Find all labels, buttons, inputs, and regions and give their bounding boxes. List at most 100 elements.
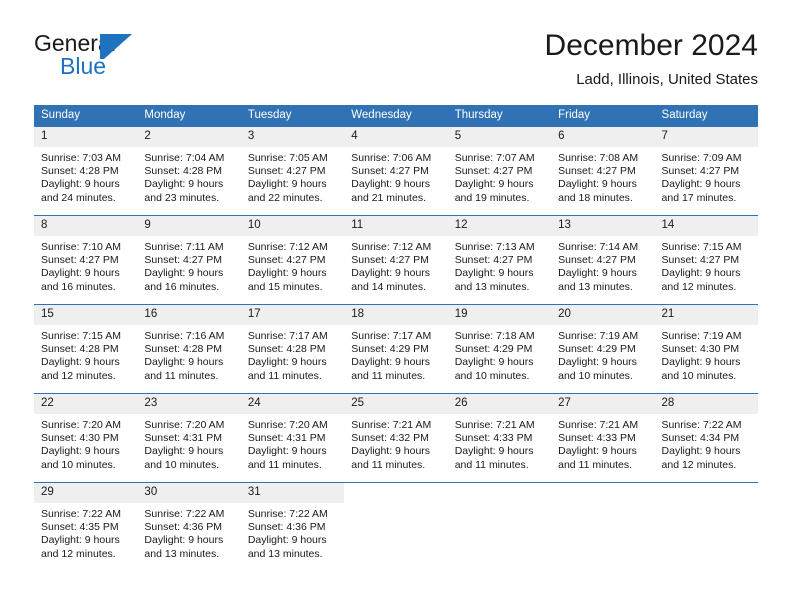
- calendar-body: 1 Sunrise: 7:03 AM Sunset: 4:28 PM Dayli…: [34, 127, 758, 571]
- day-details: Sunrise: 7:07 AM Sunset: 4:27 PM Dayligh…: [448, 147, 551, 205]
- day-number: 5: [447, 127, 552, 147]
- calendar-day-cell[interactable]: 3 Sunrise: 7:05 AM Sunset: 4:27 PM Dayli…: [240, 127, 345, 216]
- daylight-text-line1: Daylight: 9 hours: [454, 178, 534, 191]
- sunset-text: Sunset: 4:27 PM: [558, 165, 636, 178]
- calendar-day-cell[interactable]: 15 Sunrise: 7:15 AM Sunset: 4:28 PM Dayl…: [34, 304, 138, 394]
- day-cell-inner: 14 Sunrise: 7:15 AM Sunset: 4:27 PM Dayl…: [654, 216, 758, 304]
- daylight-text-line1: Daylight: 9 hours: [661, 178, 741, 191]
- day-details: Sunrise: 7:06 AM Sunset: 4:27 PM Dayligh…: [344, 147, 447, 205]
- calendar-day-cell[interactable]: 1 Sunrise: 7:03 AM Sunset: 4:28 PM Dayli…: [34, 127, 138, 216]
- sunset-text: Sunset: 4:35 PM: [41, 521, 119, 534]
- sunrise-text: Sunrise: 7:14 AM: [558, 241, 639, 253]
- daylight-text-line2: and 16 minutes.: [41, 280, 116, 293]
- calendar-day-cell[interactable]: 27 Sunrise: 7:21 AM Sunset: 4:33 PM Dayl…: [551, 393, 655, 483]
- day-cell-inner: 9 Sunrise: 7:11 AM Sunset: 4:27 PM Dayli…: [137, 216, 241, 304]
- calendar-day-cell[interactable]: 11 Sunrise: 7:12 AM Sunset: 4:27 PM Dayl…: [344, 215, 448, 305]
- day-cell-inner: 29 Sunrise: 7:22 AM Sunset: 4:35 PM Dayl…: [34, 483, 138, 571]
- sunrise-text: Sunrise: 7:17 AM: [247, 330, 328, 342]
- calendar-day-cell[interactable]: 4 Sunrise: 7:06 AM Sunset: 4:27 PM Dayli…: [344, 127, 448, 216]
- logo-text-blue: Blue: [60, 53, 107, 79]
- daylight-text-line2: and 12 minutes.: [41, 547, 116, 560]
- daylight-text-line1: Daylight: 9 hours: [558, 267, 637, 280]
- day-number: 15: [34, 305, 138, 325]
- day-cell-inner: [448, 483, 551, 571]
- calendar-day-cell[interactable]: 13 Sunrise: 7:14 AM Sunset: 4:27 PM Dayl…: [551, 215, 655, 305]
- calendar-week-row: 15 Sunrise: 7:15 AM Sunset: 4:28 PM Dayl…: [34, 304, 758, 394]
- calendar-day-cell-empty: [344, 482, 448, 571]
- day-number: 28: [654, 394, 758, 414]
- daylight-text-line1: Daylight: 9 hours: [454, 267, 534, 280]
- sunrise-text: Sunrise: 7:12 AM: [247, 241, 328, 253]
- daylight-text-line2: and 12 minutes.: [661, 280, 737, 293]
- calendar-day-cell[interactable]: 7 Sunrise: 7:09 AM Sunset: 4:27 PM Dayli…: [654, 127, 758, 216]
- calendar-day-cell[interactable]: 28 Sunrise: 7:22 AM Sunset: 4:34 PM Dayl…: [654, 393, 758, 483]
- weekday-header-sunday: Sunday: [34, 105, 138, 127]
- calendar-day-cell[interactable]: 18 Sunrise: 7:17 AM Sunset: 4:29 PM Dayl…: [344, 304, 448, 394]
- calendar-day-cell[interactable]: 23 Sunrise: 7:20 AM Sunset: 4:31 PM Dayl…: [137, 393, 241, 483]
- day-number: 22: [34, 394, 138, 414]
- calendar-day-cell[interactable]: 31 Sunrise: 7:22 AM Sunset: 4:36 PM Dayl…: [240, 482, 345, 571]
- sunrise-text: Sunrise: 7:22 AM: [247, 508, 328, 520]
- daylight-text-line2: and 17 minutes.: [661, 191, 737, 204]
- calendar-day-cell[interactable]: 24 Sunrise: 7:20 AM Sunset: 4:31 PM Dayl…: [240, 393, 345, 483]
- day-details: Sunrise: 7:22 AM Sunset: 4:34 PM Dayligh…: [655, 414, 758, 472]
- general-blue-logo[interactable]: General Blue: [34, 30, 234, 90]
- daylight-text-line2: and 12 minutes.: [661, 458, 737, 471]
- calendar-day-cell[interactable]: 22 Sunrise: 7:20 AM Sunset: 4:30 PM Dayl…: [34, 393, 138, 483]
- day-details: Sunrise: 7:20 AM Sunset: 4:30 PM Dayligh…: [34, 414, 137, 472]
- calendar-day-cell[interactable]: 17 Sunrise: 7:17 AM Sunset: 4:28 PM Dayl…: [240, 304, 345, 394]
- calendar-day-cell[interactable]: 29 Sunrise: 7:22 AM Sunset: 4:35 PM Dayl…: [34, 482, 138, 571]
- calendar-day-cell[interactable]: 19 Sunrise: 7:18 AM Sunset: 4:29 PM Dayl…: [447, 304, 552, 394]
- daylight-text-line2: and 21 minutes.: [351, 191, 426, 204]
- calendar-day-cell[interactable]: 25 Sunrise: 7:21 AM Sunset: 4:32 PM Dayl…: [344, 393, 448, 483]
- day-details: Sunrise: 7:21 AM Sunset: 4:32 PM Dayligh…: [344, 414, 447, 472]
- calendar-day-cell[interactable]: 21 Sunrise: 7:19 AM Sunset: 4:30 PM Dayl…: [654, 304, 758, 394]
- sunrise-text: Sunrise: 7:15 AM: [41, 330, 121, 342]
- daylight-text-line2: and 16 minutes.: [144, 280, 220, 293]
- calendar-day-cell[interactable]: 9 Sunrise: 7:11 AM Sunset: 4:27 PM Dayli…: [137, 215, 241, 305]
- daylight-text-line2: and 11 minutes.: [351, 369, 426, 382]
- day-number: 10: [240, 216, 345, 236]
- calendar-day-cell[interactable]: 16 Sunrise: 7:16 AM Sunset: 4:28 PM Dayl…: [137, 304, 241, 394]
- day-cell-inner: 23 Sunrise: 7:20 AM Sunset: 4:31 PM Dayl…: [137, 394, 241, 482]
- sunrise-text: Sunrise: 7:08 AM: [558, 152, 639, 164]
- daylight-text-line1: Daylight: 9 hours: [144, 356, 224, 369]
- daylight-text-line2: and 13 minutes.: [454, 280, 530, 293]
- calendar-day-cell[interactable]: 8 Sunrise: 7:10 AM Sunset: 4:27 PM Dayli…: [34, 215, 138, 305]
- sunrise-text: Sunrise: 7:22 AM: [144, 508, 225, 520]
- calendar-day-cell[interactable]: 10 Sunrise: 7:12 AM Sunset: 4:27 PM Dayl…: [240, 215, 345, 305]
- day-cell-inner: 7 Sunrise: 7:09 AM Sunset: 4:27 PM Dayli…: [654, 127, 758, 215]
- calendar-day-cell[interactable]: 30 Sunrise: 7:22 AM Sunset: 4:36 PM Dayl…: [137, 482, 241, 571]
- calendar-day-cell[interactable]: 5 Sunrise: 7:07 AM Sunset: 4:27 PM Dayli…: [447, 127, 552, 216]
- sunset-text: Sunset: 4:28 PM: [144, 343, 223, 356]
- calendar-day-cell[interactable]: 26 Sunrise: 7:21 AM Sunset: 4:33 PM Dayl…: [447, 393, 552, 483]
- sunset-text: Sunset: 4:31 PM: [144, 432, 223, 445]
- sunrise-text: Sunrise: 7:12 AM: [351, 241, 432, 253]
- calendar-day-cell[interactable]: 14 Sunrise: 7:15 AM Sunset: 4:27 PM Dayl…: [654, 215, 758, 305]
- day-number: 16: [137, 305, 241, 325]
- day-cell-inner: 16 Sunrise: 7:16 AM Sunset: 4:28 PM Dayl…: [137, 305, 241, 393]
- calendar-day-cell[interactable]: 20 Sunrise: 7:19 AM Sunset: 4:29 PM Dayl…: [551, 304, 655, 394]
- sunset-text: Sunset: 4:27 PM: [144, 254, 223, 267]
- weekday-header-tuesday: Tuesday: [240, 105, 345, 127]
- daylight-text-line2: and 18 minutes.: [558, 191, 633, 204]
- sunset-text: Sunset: 4:29 PM: [351, 343, 429, 356]
- sunset-text: Sunset: 4:36 PM: [247, 521, 326, 534]
- calendar-day-cell[interactable]: 2 Sunrise: 7:04 AM Sunset: 4:28 PM Dayli…: [137, 127, 241, 216]
- day-number: 3: [240, 127, 345, 147]
- calendar-day-cell[interactable]: 6 Sunrise: 7:08 AM Sunset: 4:27 PM Dayli…: [551, 127, 655, 216]
- calendar-day-cell[interactable]: 12 Sunrise: 7:13 AM Sunset: 4:27 PM Dayl…: [447, 215, 552, 305]
- sunset-text: Sunset: 4:30 PM: [661, 343, 740, 356]
- day-cell-inner: 22 Sunrise: 7:20 AM Sunset: 4:30 PM Dayl…: [34, 394, 138, 482]
- daylight-text-line1: Daylight: 9 hours: [41, 178, 120, 191]
- daylight-text-line1: Daylight: 9 hours: [247, 356, 327, 369]
- sunset-text: Sunset: 4:27 PM: [454, 254, 533, 267]
- calendar-header: Sunday Monday Tuesday Wednesday Thursday…: [34, 105, 758, 127]
- daylight-text-line1: Daylight: 9 hours: [454, 445, 534, 458]
- day-number: 30: [137, 483, 241, 503]
- day-number: [344, 483, 447, 503]
- day-number: 24: [240, 394, 345, 414]
- sunset-text: Sunset: 4:27 PM: [351, 254, 429, 267]
- daylight-text-line1: Daylight: 9 hours: [144, 534, 224, 547]
- day-number: 21: [654, 305, 758, 325]
